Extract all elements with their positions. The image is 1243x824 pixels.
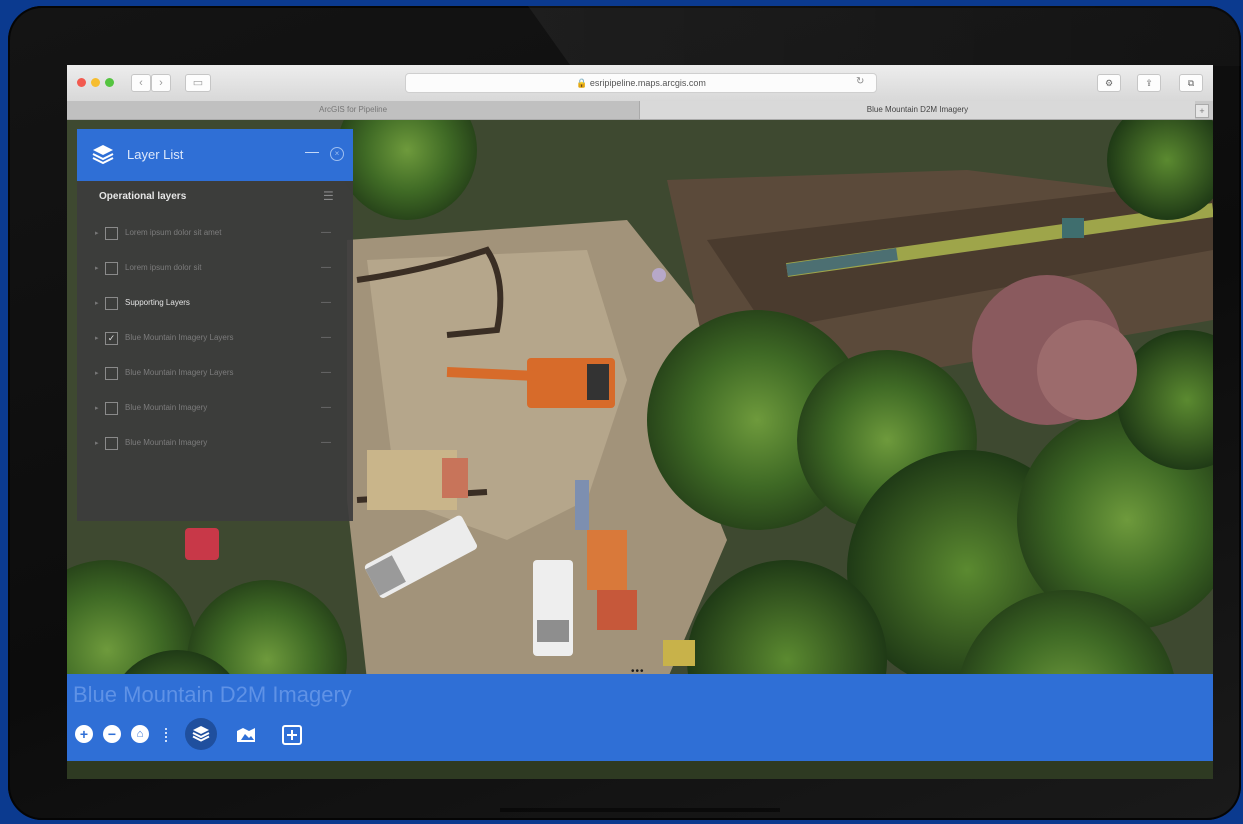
app-footer-bar: ••• Blue Mountain D2M Imagery + − ⌂ [67,666,1213,761]
layer-label: Blue Mountain Imagery Layers [125,333,234,342]
layer-checkbox[interactable] [105,437,118,450]
screen: ‹ › ▭ 🔒 esripipeline.maps.arcgis.com ↻ ⚙… [67,65,1213,779]
minimize-window-button[interactable] [91,78,100,87]
tab-blue-mountain[interactable]: Blue Mountain D2M Imagery [640,101,1195,119]
layer-row[interactable]: ▸ Supporting Layers — [95,295,345,313]
layer-list-header: Layer List — × [77,129,353,181]
layer-menu-icon[interactable]: — [321,367,331,378]
bezel-sheen [528,6,1241,66]
layer-checkbox[interactable] [105,367,118,380]
layer-menu-icon[interactable]: — [321,402,331,413]
layer-checkbox[interactable] [105,262,118,275]
browser-toolbar: ‹ › ▭ 🔒 esripipeline.maps.arcgis.com ↻ ⚙… [67,65,1213,102]
expand-arrow-icon[interactable]: ▸ [95,264,99,272]
expand-arrow-icon[interactable]: ▸ [95,404,99,412]
layer-label: Lorem ipsum dolor sit [125,263,202,272]
tabs-overview-icon[interactable]: ⧉ [1179,74,1203,92]
layer-row[interactable]: ▸ Lorem ipsum dolor sit amet — [95,225,345,243]
legend-button[interactable] [281,725,303,750]
close-window-button[interactable] [77,78,86,87]
layer-menu-icon[interactable]: — [321,437,331,448]
maximize-window-button[interactable] [105,78,114,87]
share-icon[interactable]: ⇪ [1137,74,1161,92]
layer-label: Blue Mountain Imagery Layers [125,368,234,377]
layer-label: Supporting Layers [125,298,190,307]
back-icon[interactable]: ‹ [131,74,151,92]
expand-arrow-icon[interactable]: ▸ [95,369,99,377]
zoom-out-button[interactable]: − [103,725,121,743]
layer-row[interactable]: ▸ Blue Mountain Imagery — [95,435,345,453]
layer-row[interactable]: ▸ ✓ Blue Mountain Imagery Layers — [95,330,345,348]
layer-checkbox[interactable] [105,227,118,240]
address-url: esripipeline.maps.arcgis.com [589,78,706,88]
tab-bar: ArcGIS for Pipeline Blue Mountain D2M Im… [67,101,1213,120]
expand-arrow-icon[interactable]: ▸ [95,229,99,237]
forward-icon[interactable]: › [151,74,171,92]
expand-arrow-icon[interactable]: ▸ [95,439,99,447]
minimize-panel-icon[interactable]: — [305,143,319,159]
expand-arrow-icon[interactable]: ▸ [95,334,99,342]
layer-checkbox[interactable] [105,402,118,415]
basemap-gallery-button[interactable] [235,726,257,749]
reload-icon[interactable]: ↻ [856,73,864,91]
extensions-icon[interactable]: ⚙ [1097,74,1121,92]
basemap-icon [237,728,255,742]
layer-list-title: Layer List [127,147,184,162]
zoom-in-button[interactable]: + [75,725,93,743]
expand-arrow-icon[interactable]: ▸ [95,299,99,307]
home-icon[interactable]: ⌂ [131,725,149,743]
layers-icon [192,726,210,742]
lock-icon: 🔒 [576,78,588,88]
new-tab-icon[interactable]: + [1195,104,1209,118]
sidebar-toggle-icon[interactable]: ▭ [185,74,211,92]
layer-checkbox[interactable] [105,297,118,310]
tablet-bezel: ‹ › ▭ 🔒 esripipeline.maps.arcgis.com ↻ ⚙… [8,6,1241,820]
app-title: Blue Mountain D2M Imagery [73,682,352,707]
close-panel-icon[interactable]: × [330,147,344,161]
layer-list-button[interactable] [185,718,217,750]
layer-row[interactable]: ▸ Blue Mountain Imagery Layers — [95,365,345,383]
resize-handle-icon[interactable]: ••• [631,666,645,677]
layer-menu-icon[interactable]: — [321,227,331,238]
toolbar-separator [165,728,169,742]
layer-options-menu-icon[interactable]: ☰ [323,189,334,203]
layer-label: Blue Mountain Imagery [125,403,208,412]
layer-checkbox-checked[interactable]: ✓ [105,332,118,345]
operational-layers-heading: Operational layers [99,191,187,202]
tab-arcgis[interactable]: ArcGIS for Pipeline [67,101,640,119]
layer-row[interactable]: ▸ Lorem ipsum dolor sit — [95,260,345,278]
layer-label: Lorem ipsum dolor sit amet [125,228,222,237]
layer-label: Blue Mountain Imagery [125,438,208,447]
layer-menu-icon[interactable]: — [321,332,331,343]
layer-menu-icon[interactable]: — [321,262,331,273]
layer-menu-icon[interactable]: — [321,297,331,308]
map-strip [67,761,1213,779]
layer-row[interactable]: ▸ Blue Mountain Imagery — [95,400,345,418]
layers-icon [92,145,114,165]
legend-icon [282,725,302,745]
layer-list-panel: Layer List — × Operational layers ☰ ▸ Lo… [77,129,353,521]
address-bar[interactable]: 🔒 esripipeline.maps.arcgis.com [405,73,877,93]
device-edge-shadow [500,808,780,812]
